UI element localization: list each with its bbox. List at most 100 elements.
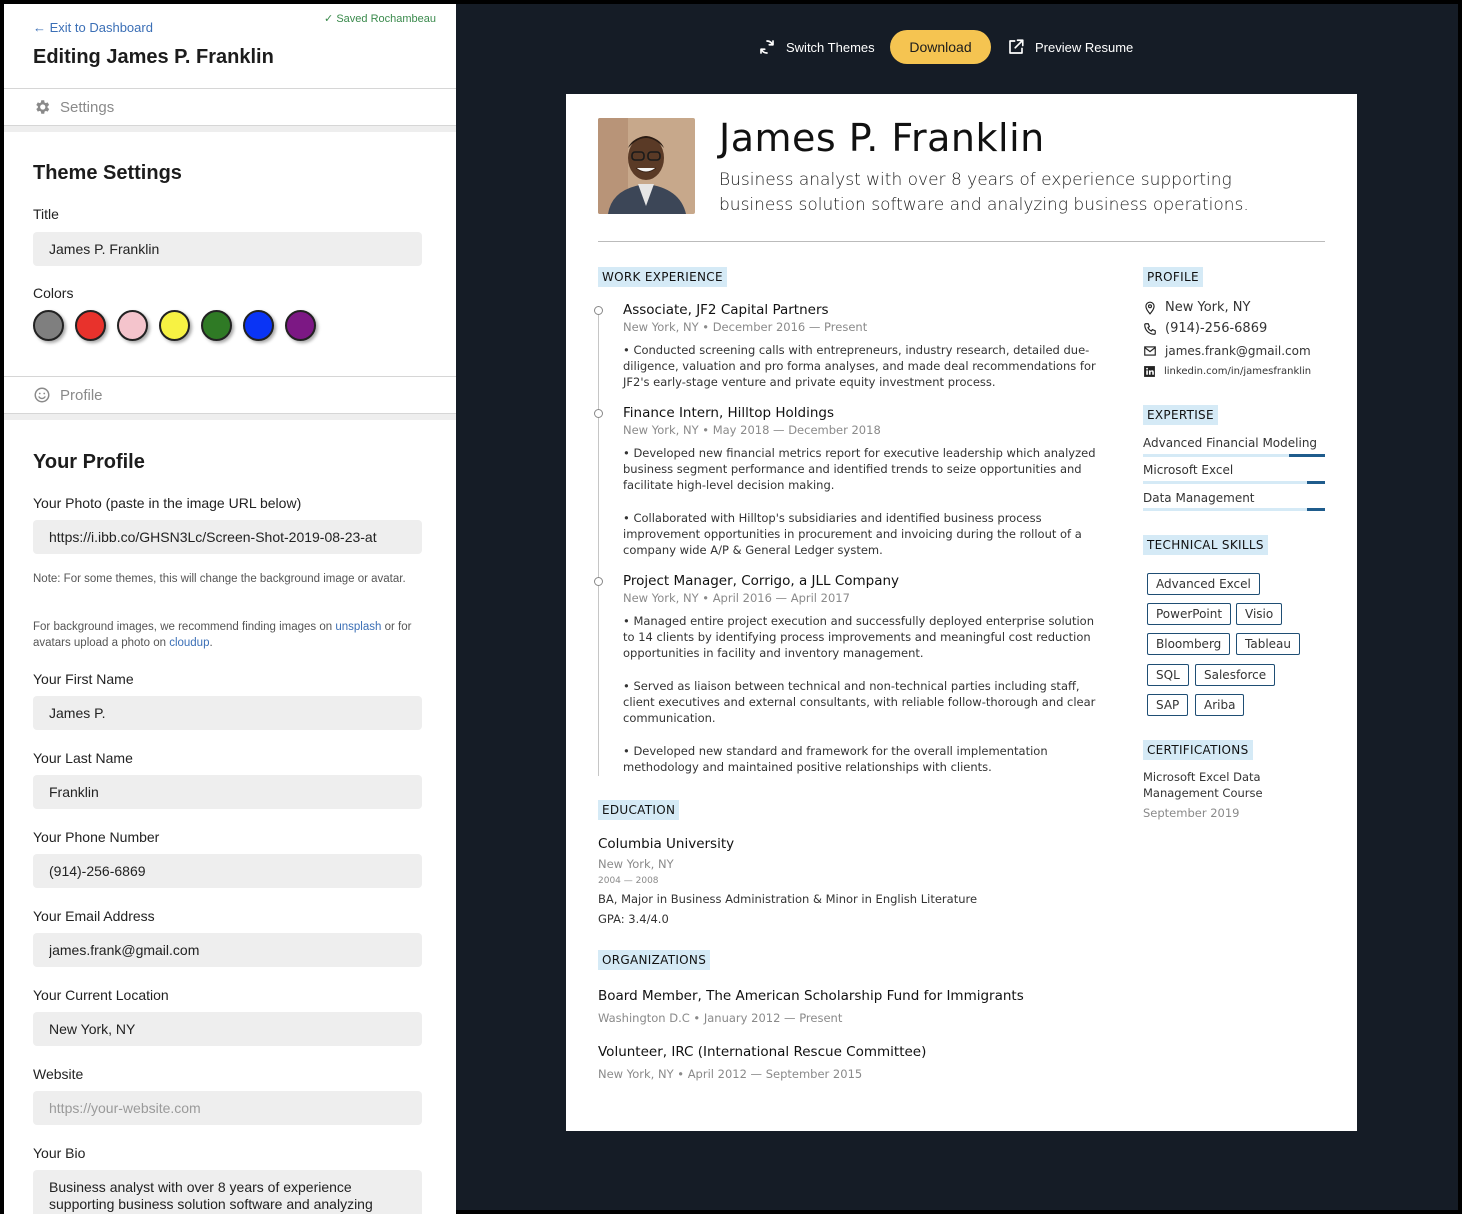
organization-title: Board Member, The American Scholarship F…	[598, 988, 1024, 1004]
colors-label: Colors	[33, 285, 74, 301]
avatar	[598, 118, 695, 214]
download-button[interactable]: Download	[890, 30, 991, 64]
smiley-icon	[34, 387, 50, 403]
certification-date: September 2019	[1143, 806, 1240, 820]
section-divider	[4, 414, 456, 420]
map-pin-icon	[1145, 301, 1155, 315]
skill-tag: SQL	[1147, 664, 1189, 686]
job-meta: New York, NY • April 2016 — April 2017	[623, 591, 850, 605]
job-meta: New York, NY • May 2018 — December 2018	[623, 423, 881, 437]
skill-tag: Tableau	[1236, 633, 1300, 655]
gear-icon	[36, 100, 50, 114]
timeline-dot	[594, 409, 603, 418]
skill-tag: SAP	[1147, 694, 1189, 716]
contact-email-text: james.frank@gmail.com	[1165, 344, 1311, 358]
expertise-bar-fill	[1307, 481, 1325, 484]
mail-icon	[1144, 346, 1156, 356]
photo-note: Note: For some themes, this will change …	[33, 573, 406, 585]
phone-input[interactable]	[33, 854, 422, 888]
linkedin-icon	[1144, 366, 1155, 377]
education-gpa: GPA: 3.4/4.0	[598, 912, 669, 926]
resume-name: James P. Franklin	[719, 116, 1045, 160]
contact-linkedin-text: linkedin.com/in/jamesfranklin	[1164, 366, 1312, 377]
color-swatch[interactable]	[285, 310, 316, 341]
education-heading: EDUCATION	[598, 800, 680, 820]
education-location: New York, NY	[598, 857, 674, 871]
preview-resume-label: Preview Resume	[1035, 39, 1134, 55]
first-name-input[interactable]	[33, 696, 422, 730]
editor-panel: ← Exit to Dashboard ✓ Saved Rochambeau E…	[4, 4, 456, 1214]
unsplash-link[interactable]: unsplash	[335, 621, 381, 633]
expertise-bar	[1143, 508, 1325, 511]
color-swatch[interactable]	[117, 310, 148, 341]
your-profile-title: Your Profile	[33, 451, 145, 473]
job-bullet: • Served as liaison between technical an…	[623, 679, 1096, 725]
website-label: Website	[33, 1066, 84, 1082]
exit-to-dashboard-link[interactable]: ← Exit to Dashboard	[33, 20, 153, 35]
color-swatch[interactable]	[201, 310, 232, 341]
bio-textarea[interactable]: Business analyst with over 8 years of ex…	[33, 1170, 422, 1214]
contact-email: james.frank@gmail.com	[1143, 344, 1311, 358]
profile-header-label: Profile	[60, 387, 103, 404]
theme-settings-title: Theme Settings	[33, 162, 182, 184]
certifications-heading: CERTIFICATIONS	[1143, 740, 1253, 760]
recommendation-text: .	[209, 637, 213, 649]
last-name-label: Your Last Name	[33, 750, 133, 766]
skill-tag: Ariba	[1195, 694, 1245, 716]
preview-resume-button[interactable]: Preview Resume	[1007, 30, 1133, 64]
timeline-line	[598, 310, 599, 776]
skill-tag: PowerPoint	[1147, 603, 1232, 625]
resume-summary: Business analyst with over 8 years of ex…	[719, 170, 1249, 215]
skill-tag: Salesforce	[1195, 664, 1276, 686]
organization-meta: Washington D.C • January 2012 — Present	[598, 1011, 843, 1025]
job-bullet: • Conducted screening calls with entrepr…	[623, 343, 1096, 389]
job-title: Project Manager, Corrigo, a JLL Company	[623, 573, 900, 589]
job-bullet: • Collaborated with Hilltop's subsidiari…	[623, 511, 1082, 557]
color-swatch[interactable]	[33, 310, 64, 341]
color-swatch[interactable]	[243, 310, 274, 341]
photo-url-input[interactable]	[33, 520, 422, 554]
organizations-heading: ORGANIZATIONS	[598, 950, 711, 970]
recommendation-text: For background images, we recommend find…	[33, 621, 336, 633]
title-input[interactable]	[33, 232, 422, 266]
job-bullet: • Managed entire project execution and s…	[623, 614, 1094, 660]
contact-phone: (914)-256-6869	[1143, 321, 1267, 336]
job-meta: New York, NY • December 2016 — Present	[623, 320, 868, 334]
saved-status: ✓ Saved Rochambeau	[324, 13, 436, 25]
organization-meta: New York, NY • April 2012 — September 20…	[598, 1067, 863, 1081]
profile-heading: PROFILE	[1143, 267, 1203, 287]
expertise-name: Advanced Financial Modeling	[1143, 436, 1318, 450]
website-input[interactable]	[33, 1091, 422, 1125]
email-label: Your Email Address	[33, 908, 155, 924]
certification-name: Microsoft Excel Data Management Course	[1143, 770, 1263, 800]
cloudup-link[interactable]: cloudup	[169, 637, 209, 649]
photo-recommendation: For background images, we recommend find…	[33, 619, 433, 651]
color-swatch[interactable]	[75, 310, 106, 341]
title-label: Title	[33, 206, 59, 222]
timeline-dot	[594, 577, 603, 586]
settings-header-label: Settings	[60, 99, 115, 116]
education-school: Columbia University	[598, 836, 735, 852]
expertise-bar-fill	[1307, 508, 1325, 511]
education-degree: BA, Major in Business Administration & M…	[598, 892, 978, 906]
skill-tag: Advanced Excel	[1147, 573, 1260, 595]
work-experience-heading: WORK EXPERIENCE	[598, 267, 727, 287]
expertise-bar-fill	[1289, 454, 1325, 457]
section-divider	[4, 126, 456, 132]
last-name-input[interactable]	[33, 775, 422, 809]
switch-themes-label: Switch Themes	[786, 39, 875, 55]
contact-location-text: New York, NY	[1165, 300, 1251, 315]
resume-preview-area: Switch Themes Download Preview Resume Ja…	[456, 4, 1458, 1210]
resume-divider	[598, 241, 1325, 242]
job-title: Finance Intern, Hilltop Holdings	[623, 405, 834, 421]
profile-section-header[interactable]: Profile	[4, 376, 456, 414]
location-input[interactable]	[33, 1012, 422, 1046]
color-swatch[interactable]	[159, 310, 190, 341]
email-input[interactable]	[33, 933, 422, 967]
switch-themes-button[interactable]: Switch Themes	[758, 30, 875, 64]
settings-section-header[interactable]: Settings	[4, 88, 456, 126]
skill-tag: Visio	[1236, 603, 1283, 625]
technical-skills-heading: TECHNICAL SKILLS	[1143, 535, 1268, 555]
phone-icon	[1144, 322, 1156, 335]
expertise-heading: EXPERTISE	[1143, 405, 1218, 425]
